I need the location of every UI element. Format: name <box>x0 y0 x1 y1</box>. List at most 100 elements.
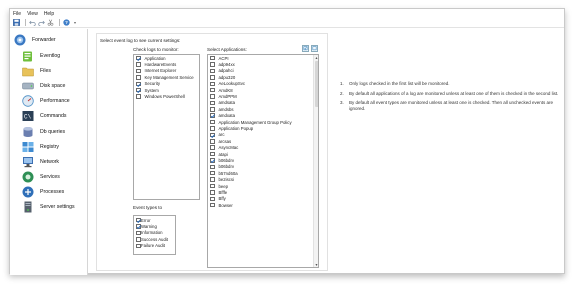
list-item[interactable]: Bowser <box>208 202 318 208</box>
event-types-list[interactable]: Error Warning Information Success Audit … <box>133 215 176 255</box>
app-checkbox[interactable] <box>210 164 215 170</box>
list-item-label: amdsbs <box>218 106 234 112</box>
list-item-label: AmdK8 <box>218 87 233 93</box>
list-item-label: arc <box>218 132 225 138</box>
toolbar-separator <box>25 19 26 26</box>
app-checkbox[interactable] <box>210 132 215 138</box>
sidebar-item-disk-space[interactable]: Disk space <box>13 79 87 93</box>
app-checkbox[interactable] <box>210 94 215 99</box>
app-checkbox[interactable] <box>210 202 215 208</box>
app-checkbox[interactable] <box>210 196 215 202</box>
app-checkbox[interactable] <box>210 87 215 93</box>
log-checkbox-key-management-service[interactable] <box>136 75 141 80</box>
sidebar-item-label: Processes <box>40 189 65 195</box>
app-checkbox[interactable] <box>210 75 215 80</box>
note-item: 1. Only logs checked in the first list w… <box>340 81 562 87</box>
select-all-icon[interactable]: ☑ <box>302 45 309 52</box>
list-item-label: System <box>144 87 159 93</box>
list-item-label: be2iscsi <box>218 177 235 183</box>
app-checkbox[interactable] <box>210 177 215 182</box>
event-type-checkbox-success-audit[interactable] <box>136 237 141 242</box>
help-notes: 1. Only logs checked in the first list w… <box>340 81 562 115</box>
log-checkbox-security[interactable] <box>136 81 141 86</box>
list-item[interactable]: Windows PowerShell <box>134 93 199 99</box>
app-checkbox[interactable] <box>210 158 215 163</box>
app-checkbox[interactable] <box>210 119 215 125</box>
note-text: Only logs checked in the first list will… <box>349 81 450 86</box>
sidebar-item-commands[interactable]: C\ Commands <box>13 109 87 123</box>
app-checkbox[interactable] <box>210 145 215 150</box>
app-checkbox[interactable] <box>210 183 215 189</box>
forwarder-icon <box>13 34 26 46</box>
log-checkbox-hardwareevents[interactable] <box>136 62 141 67</box>
network-icon <box>21 156 34 168</box>
list-item-label: Bowser <box>218 202 233 208</box>
list-item-label: b06bdrv <box>218 164 235 170</box>
log-checkbox-system[interactable] <box>136 87 141 93</box>
sidebar-item-eventlog[interactable]: Eventlog <box>13 49 87 63</box>
menu-view[interactable]: View <box>27 11 38 17</box>
app-checkbox[interactable] <box>210 139 215 144</box>
app-checkbox[interactable] <box>210 190 215 195</box>
menu-help[interactable]: Help <box>44 11 54 17</box>
scroll-down-icon[interactable]: ▼ <box>314 262 318 267</box>
svg-text:?: ? <box>65 20 68 25</box>
cut-icon[interactable] <box>47 19 54 26</box>
toolbar-separator <box>59 19 60 26</box>
sidebar-item-performance[interactable]: Performance <box>13 94 87 108</box>
menu-file[interactable]: File <box>13 11 21 17</box>
event-type-checkbox-information[interactable] <box>136 230 141 236</box>
app-checkbox[interactable] <box>210 126 215 131</box>
app-checkbox[interactable] <box>210 107 215 112</box>
app-checkbox[interactable] <box>210 113 215 118</box>
sidebar-item-processes[interactable]: Processes <box>13 185 87 199</box>
list-item[interactable]: Failure Audit <box>134 243 175 249</box>
scroll-up-icon[interactable]: ▲ <box>314 55 318 60</box>
app-checkbox[interactable] <box>210 81 215 86</box>
toolbar-dropdown-icon[interactable]: ▾ <box>74 20 76 25</box>
redo-icon[interactable] <box>38 19 45 26</box>
sidebar-item-services[interactable]: Services <box>13 170 87 184</box>
app-checkbox[interactable] <box>210 62 215 67</box>
menu-bar: File View Help <box>10 9 564 18</box>
sidebar-item-registry[interactable]: Registry <box>13 140 87 154</box>
help-icon[interactable]: ? <box>63 19 70 26</box>
log-checkbox-windows-powershell[interactable] <box>136 94 141 99</box>
logs-list[interactable]: Application HardwareEvents Internet Expl… <box>133 54 200 200</box>
list-item[interactable]: Key Management Service <box>134 74 199 80</box>
undo-icon[interactable] <box>29 19 36 26</box>
list-item-label: amdxata <box>218 113 235 119</box>
app-checkbox[interactable] <box>210 68 215 74</box>
list-item-label: b06bdrv <box>218 157 235 163</box>
list-item-label: adpahci <box>218 68 234 74</box>
sidebar-item-forwarder[interactable]: Forwarder <box>13 33 87 47</box>
app-checkbox[interactable] <box>210 151 215 157</box>
sidebar-item-network[interactable]: Network <box>13 155 87 169</box>
deselect-all-icon[interactable]: ☐ <box>311 45 318 52</box>
app-checkbox[interactable] <box>210 55 215 61</box>
save-icon[interactable] <box>13 19 20 26</box>
disk-space-icon <box>21 80 34 92</box>
log-checkbox-application[interactable] <box>136 55 141 61</box>
list-item-label: HardwareEvents <box>144 62 177 68</box>
db-queries-icon <box>21 126 34 138</box>
log-checkbox-internet-explorer[interactable] <box>136 68 141 74</box>
event-type-checkbox-error[interactable] <box>136 217 141 223</box>
note-item: 2. By default all applications of a log … <box>340 91 562 97</box>
app-checkbox[interactable] <box>210 100 215 106</box>
sidebar-item-label: Server settings <box>40 204 75 210</box>
sidebar-item-label: Disk space <box>40 83 66 89</box>
applications-scrollbar[interactable]: ▲ ▼ <box>313 55 318 267</box>
list-item-label: AsyncMac <box>218 145 239 151</box>
list-item-label: Application <box>144 55 166 61</box>
event-type-checkbox-warning[interactable] <box>136 224 141 229</box>
sidebar-item-db-queries[interactable]: Db queries <box>13 125 87 139</box>
sidebar-item-files[interactable]: Files <box>13 64 87 78</box>
sidebar-item-server-settings[interactable]: Server settings <box>13 200 87 214</box>
list-item-label: adpu320 <box>218 74 236 80</box>
event-type-checkbox-failure-audit[interactable] <box>136 243 141 248</box>
applications-list[interactable]: ACPI adp94xx adpahci adpu320 AeLookupSvc… <box>207 54 319 268</box>
app-checkbox[interactable] <box>210 170 215 176</box>
sidebar-item-label: Network <box>40 159 60 165</box>
scroll-thumb[interactable] <box>314 61 318 107</box>
